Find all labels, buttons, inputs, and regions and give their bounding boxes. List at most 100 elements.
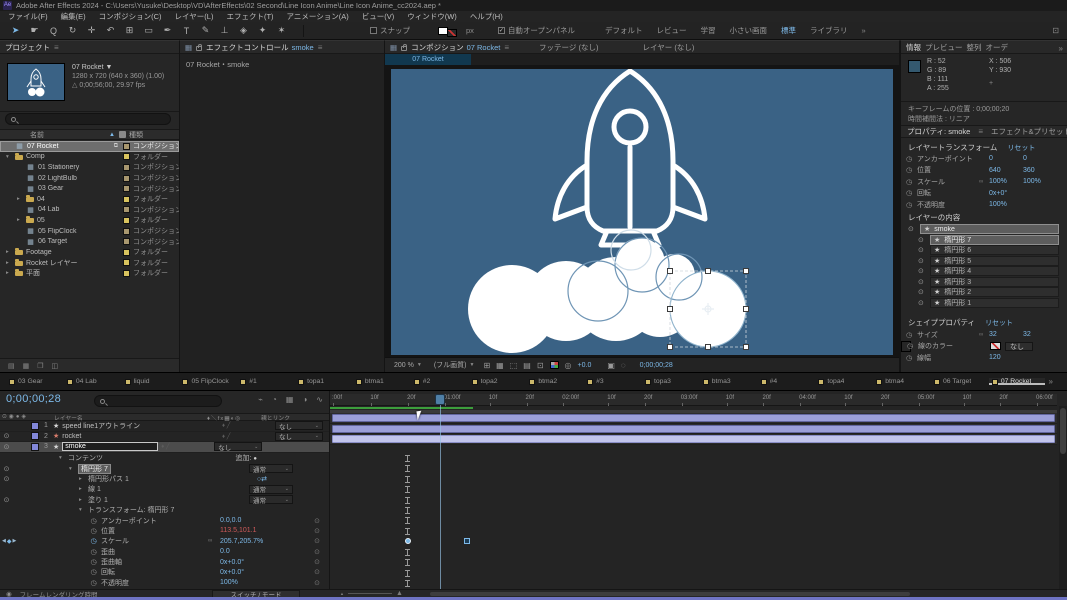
label-color-chip[interactable] [123,238,130,245]
expander-icon[interactable]: ▸ [17,196,23,202]
property-value-x[interactable]: なし [1005,342,1033,351]
menu-item[interactable]: ウィンドウ(W) [407,11,457,22]
layer-switches[interactable]: ♦ ╱ [222,433,272,440]
project-item[interactable]: ▦ 01 Stationery ⧉ コンポジション [0,162,179,173]
workspace-tab[interactable]: 小さい画面 [729,25,767,36]
stroke-color-swatch[interactable] [447,29,457,37]
blend-mode-select[interactable]: 通常⌄ [249,495,293,504]
eye-icon[interactable]: ⊙ [918,299,926,307]
stopwatch-icon[interactable]: ◷ [901,178,917,186]
expander-icon[interactable]: ▸ [6,260,12,266]
expander-icon[interactable]: ▾ [79,507,85,513]
expander-icon[interactable]: ▾ [69,466,75,472]
property-value-x[interactable]: 100% [989,201,1023,208]
keyframe-icon[interactable] [405,517,410,524]
info-group-tab[interactable]: 情報 [906,42,921,53]
transparency-grid-icon[interactable]: ▤ [523,361,531,370]
region-of-interest-icon[interactable]: ⬚ [510,361,518,370]
transform-property-row[interactable]: ◷ 位置 ∞ 640 360 [901,165,1067,177]
label-color-chip[interactable] [123,249,130,256]
frame-blending-icon[interactable]: ▦ [286,395,294,404]
tab-footage[interactable]: フッテージ (なし) [539,42,598,53]
info-group-tab[interactable]: オーデ [986,42,1009,53]
label-color-chip[interactable] [123,196,130,203]
content-layer-row[interactable]: ⊙ ★楕円形 4 [901,266,1059,277]
keyframe-icon[interactable] [405,570,410,577]
keyframe-icon[interactable] [405,580,410,587]
stopwatch-icon[interactable]: ◷ [89,568,98,576]
delete-icon[interactable]: ◫ [52,362,59,370]
stopwatch-icon[interactable]: ◷ [901,201,917,209]
panel-menu-icon[interactable]: ≡ [54,43,59,52]
stopwatch-icon[interactable]: ◷ [89,517,98,525]
keyframe-icon[interactable] [405,476,410,483]
keyframe-icon[interactable] [405,559,410,566]
label-color-chip[interactable] [123,206,130,213]
transform-property-row[interactable]: ◀◆▶ ◷ 不透明度 ∞ 100% ⊙ [0,578,329,588]
eye-icon[interactable]: ⊙ [2,443,11,451]
camera-view-icon[interactable]: ⊡ [537,361,544,370]
panel-menu-icon[interactable]: ≡ [318,43,323,52]
project-item[interactable]: ▸ ▦ 平面 ⧉ フォルダー [0,268,179,279]
stopwatch-icon[interactable]: ◷ [901,331,917,339]
property-value-x[interactable]: 100% [989,178,1023,185]
timeline-comp-tab[interactable]: 06 Target [931,378,987,385]
property-value-x[interactable]: 0x+0° [989,190,1023,197]
project-item[interactable]: ▦ 06 Target ⧉ コンポジション [0,236,179,247]
timeline-comp-tab[interactable]: topa3 [642,378,698,385]
parent-select[interactable]: なし⌄ [275,432,323,441]
property-value[interactable]: 0.0 [220,548,304,555]
stopwatch-icon[interactable]: ◷ [89,548,98,556]
roto-brush-tool[interactable]: ✦ [257,25,268,36]
property-value-y[interactable]: 100% [1023,178,1041,185]
keyframe-icon[interactable] [405,549,410,556]
shy-layers-icon[interactable]: ◔ [272,395,277,404]
timeline-track-area[interactable]: :00f10f20f01:00f10f20f02:00f10f20f03:00f… [330,391,1067,589]
shape-group-row[interactable]: ⊙ ▾ 楕円形 7 通常⌄ [0,463,329,473]
tab-layer[interactable]: レイヤー (なし) [642,42,694,53]
menu-item[interactable]: コンポジション(C) [99,11,162,22]
timeline-comp-tab[interactable]: #3 [584,378,640,385]
clone-stamp-tool[interactable]: ⊥ [219,25,230,36]
property-value[interactable]: 100% [220,579,304,586]
type-tool[interactable]: T [181,26,192,36]
property-value-y[interactable]: 0 [1023,155,1027,162]
composition-viewer[interactable] [385,65,899,357]
eye-icon[interactable]: ⊙ [2,432,11,440]
project-columns-header[interactable]: 名前 ▲ 種類 [0,129,179,140]
stopwatch-icon[interactable]: ◷ [89,558,98,566]
zoom-out-icon[interactable]: ▲ [340,591,344,596]
viewer-timecode[interactable]: 0;00;00;28 [640,362,673,369]
smoke[interactable]: ⊙ 3 ★ smoke ♦ ╱ なし⌄ [0,442,329,453]
show-snapshot-icon[interactable]: ◌ [621,361,626,370]
preview-comp-name[interactable]: 07 Rocket ▼ [72,63,164,72]
expression-icon[interactable]: ⊙ [307,579,327,587]
timeline-comp-tab[interactable]: btma1 [353,378,409,385]
keyframe-icon[interactable] [405,528,410,535]
timeline-comp-tab[interactable]: topa4 [815,378,871,385]
motion-blur-icon[interactable]: ◑ [302,395,307,404]
expander-icon[interactable]: ▸ [79,497,85,503]
shape-property-row[interactable]: ◷ 線のカラー ∞ なし [901,341,911,353]
stopwatch-icon[interactable]: ◷ [89,537,98,545]
keyframe-box-icon[interactable] [464,538,470,544]
horizontal-scrollbar[interactable] [430,592,910,596]
property-value-x[interactable]: 640 [989,167,1023,174]
expander-icon[interactable]: ▸ [6,270,12,276]
content-layer-row[interactable]: ⊙ ★楕円形 7 [901,235,1059,246]
composition-canvas[interactable] [391,69,893,355]
graph-editor-icon[interactable]: ∿ [316,395,323,404]
label-color-chip[interactable] [123,175,130,182]
transform-property-row[interactable]: ◀◆▶ ◷ 回転 ∞ 0x+0.0° ⊙ [0,567,329,577]
vertical-scrollbar[interactable] [1059,406,1067,589]
selected-keyframe-icon[interactable] [405,538,411,544]
info-group-tab[interactable]: プレビュー [925,42,963,53]
menu-item[interactable]: エフェクト(T) [226,11,273,22]
workspace-tab[interactable]: 標準 [781,25,796,36]
keyframe-icon[interactable] [405,507,410,514]
parent-select[interactable]: なし⌄ [214,442,262,451]
panel-menu-icon[interactable]: ≡ [504,43,509,52]
grid-options-icon[interactable]: ⊞ [483,361,490,370]
expander-icon[interactable]: ▾ [6,154,12,160]
workspace-tab[interactable]: レビュー [656,25,686,36]
